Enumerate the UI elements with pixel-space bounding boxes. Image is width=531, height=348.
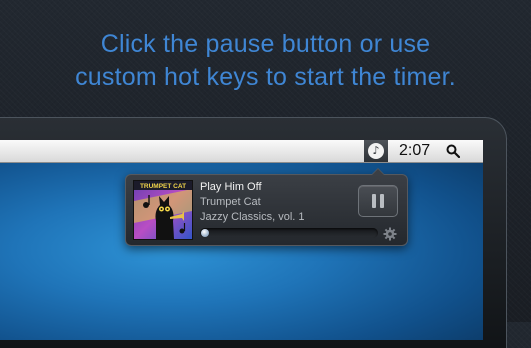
music-note-icon: ♪ <box>368 143 384 159</box>
now-playing-popover: TRUMPET CAT Play Him Off Trumpet Cat Jaz… <box>125 168 408 246</box>
track-album: Jazzy Classics, vol. 1 <box>200 211 305 223</box>
menubar-clock[interactable]: 2:07 <box>399 142 430 160</box>
progress-track[interactable] <box>200 228 378 238</box>
headline-line-2: custom hot keys to start the timer. <box>75 63 456 91</box>
pause-button[interactable] <box>358 185 398 217</box>
headline: Click the pause button or use custom hot… <box>0 28 531 94</box>
progress-knob[interactable] <box>201 229 209 237</box>
search-icon[interactable] <box>446 144 460 158</box>
menubar-app-button[interactable]: ♪ <box>364 140 388 162</box>
album-art-image: TRUMPET CAT <box>134 181 192 239</box>
track-title: Play Him Off <box>200 181 262 193</box>
album-art-title: TRUMPET CAT <box>140 183 186 190</box>
headline-line-1: Click the pause button or use <box>100 30 431 58</box>
track-artist: Trumpet Cat <box>200 196 261 208</box>
menu-bar: ♪ 2:07 <box>0 140 483 163</box>
album-art: TRUMPET CAT <box>133 180 193 240</box>
gear-icon[interactable] <box>383 227 397 241</box>
